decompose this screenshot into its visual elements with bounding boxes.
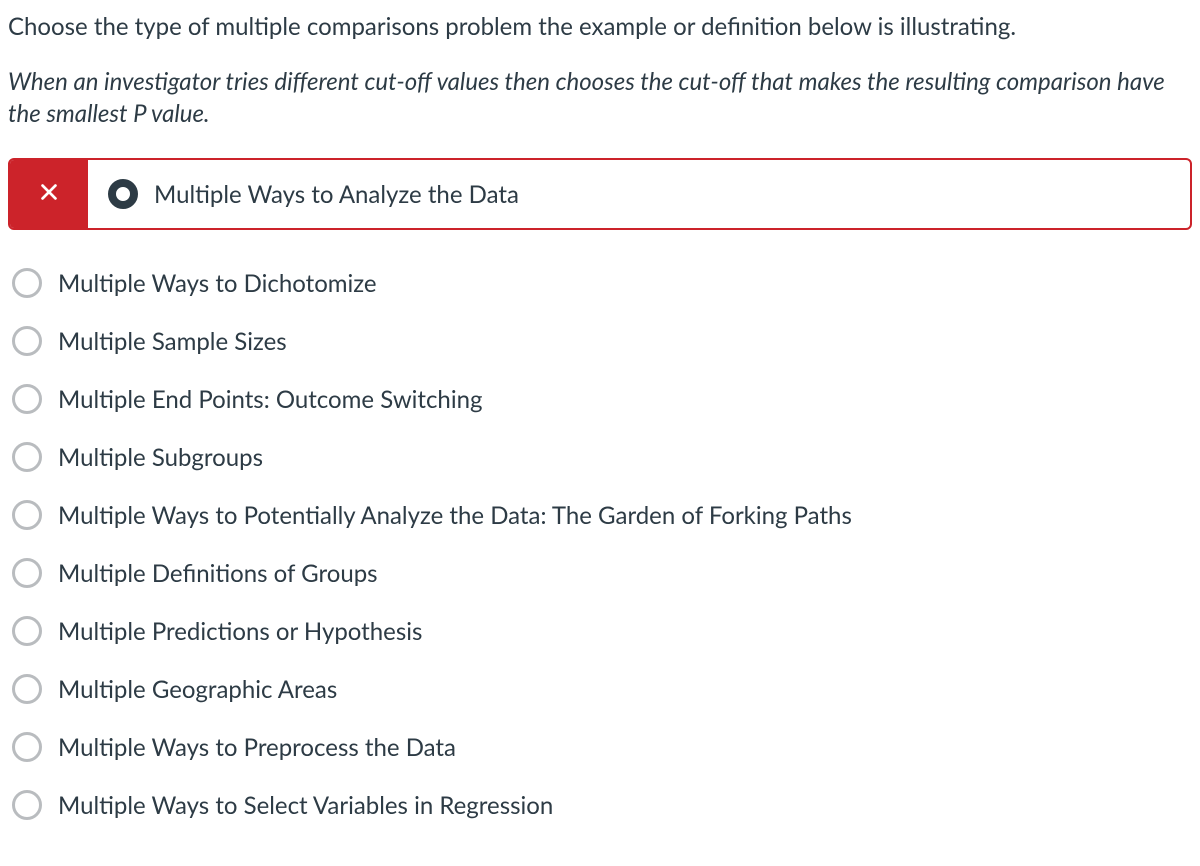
option-row[interactable]: Multiple Ways to Select Variables in Reg… xyxy=(8,776,1192,834)
option-label: Multiple Predictions or Hypothesis xyxy=(58,617,422,646)
option-label: Multiple Ways to Dichotomize xyxy=(58,269,377,298)
radio-empty-icon[interactable] xyxy=(12,500,42,530)
option-label: Multiple Ways to Preprocess the Data xyxy=(58,733,456,762)
option-row[interactable]: Multiple Ways to Dichotomize xyxy=(8,254,1192,312)
selected-option-content: Multiple Ways to Analyze the Data xyxy=(88,160,1190,228)
options-list: Multiple Ways to Analyze the Data Multip… xyxy=(8,158,1192,834)
option-label: Multiple Geographic Areas xyxy=(58,675,337,704)
example-text: When an investigator tries different cut… xyxy=(8,66,1192,131)
option-row[interactable]: Multiple Geographic Areas xyxy=(8,660,1192,718)
option-label: Multiple Ways to Analyze the Data xyxy=(154,180,519,209)
incorrect-badge xyxy=(10,160,88,228)
question-prompt: Choose the type of multiple comparisons … xyxy=(8,10,1192,44)
option-row[interactable]: Multiple Ways to Potentially Analyze the… xyxy=(8,486,1192,544)
option-label: Multiple Sample Sizes xyxy=(58,327,287,356)
option-row[interactable]: Multiple Subgroups xyxy=(8,428,1192,486)
option-label: Multiple End Points: Outcome Switching xyxy=(58,385,482,414)
radio-selected-icon[interactable] xyxy=(108,179,138,209)
option-row[interactable]: Multiple Definitions of Groups xyxy=(8,544,1192,602)
radio-empty-icon[interactable] xyxy=(12,616,42,646)
option-label: Multiple Subgroups xyxy=(58,443,263,472)
radio-empty-icon[interactable] xyxy=(12,674,42,704)
radio-empty-icon[interactable] xyxy=(12,384,42,414)
radio-empty-icon[interactable] xyxy=(12,732,42,762)
option-label: Multiple Ways to Select Variables in Reg… xyxy=(58,791,553,820)
close-icon xyxy=(38,180,60,209)
selected-option-incorrect[interactable]: Multiple Ways to Analyze the Data xyxy=(8,158,1192,230)
option-row[interactable]: Multiple Predictions or Hypothesis xyxy=(8,602,1192,660)
radio-empty-icon[interactable] xyxy=(12,558,42,588)
option-row[interactable]: Multiple Sample Sizes xyxy=(8,312,1192,370)
radio-empty-icon[interactable] xyxy=(12,442,42,472)
option-row[interactable]: Multiple End Points: Outcome Switching xyxy=(8,370,1192,428)
option-label: Multiple Definitions of Groups xyxy=(58,559,378,588)
radio-empty-icon[interactable] xyxy=(12,268,42,298)
radio-empty-icon[interactable] xyxy=(12,326,42,356)
radio-empty-icon[interactable] xyxy=(12,790,42,820)
option-label: Multiple Ways to Potentially Analyze the… xyxy=(58,501,852,530)
option-row[interactable]: Multiple Ways to Preprocess the Data xyxy=(8,718,1192,776)
